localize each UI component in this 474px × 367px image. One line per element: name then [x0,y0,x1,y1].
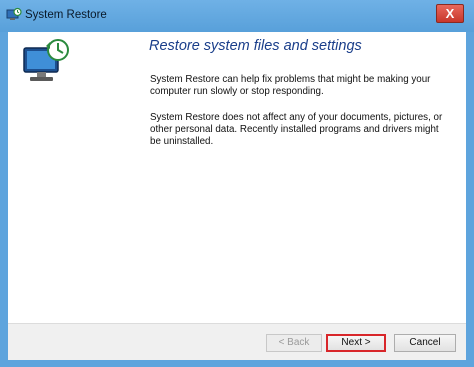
page-title: Restore system files and settings [149,38,362,54]
side-panel [8,32,126,323]
description-paragraph-2: System Restore does not affect any of yo… [150,112,443,147]
system-restore-icon [6,7,22,23]
next-button[interactable]: Next > [326,334,386,352]
computer-restore-icon [20,38,76,88]
system-restore-window: System Restore X Restore system files an… [0,0,474,367]
description-paragraph-1: System Restore can help fix problems tha… [150,74,431,97]
wizard-client-area: Restore system files and settings System… [8,32,466,360]
close-icon: X [445,6,455,21]
close-button[interactable]: X [436,4,464,23]
title-bar[interactable]: System Restore X [0,0,474,32]
cancel-button[interactable]: Cancel [394,334,456,352]
back-button[interactable]: < Back [266,334,322,352]
window-title: System Restore [25,9,107,21]
button-bar: < Back Next > Cancel [8,323,466,360]
